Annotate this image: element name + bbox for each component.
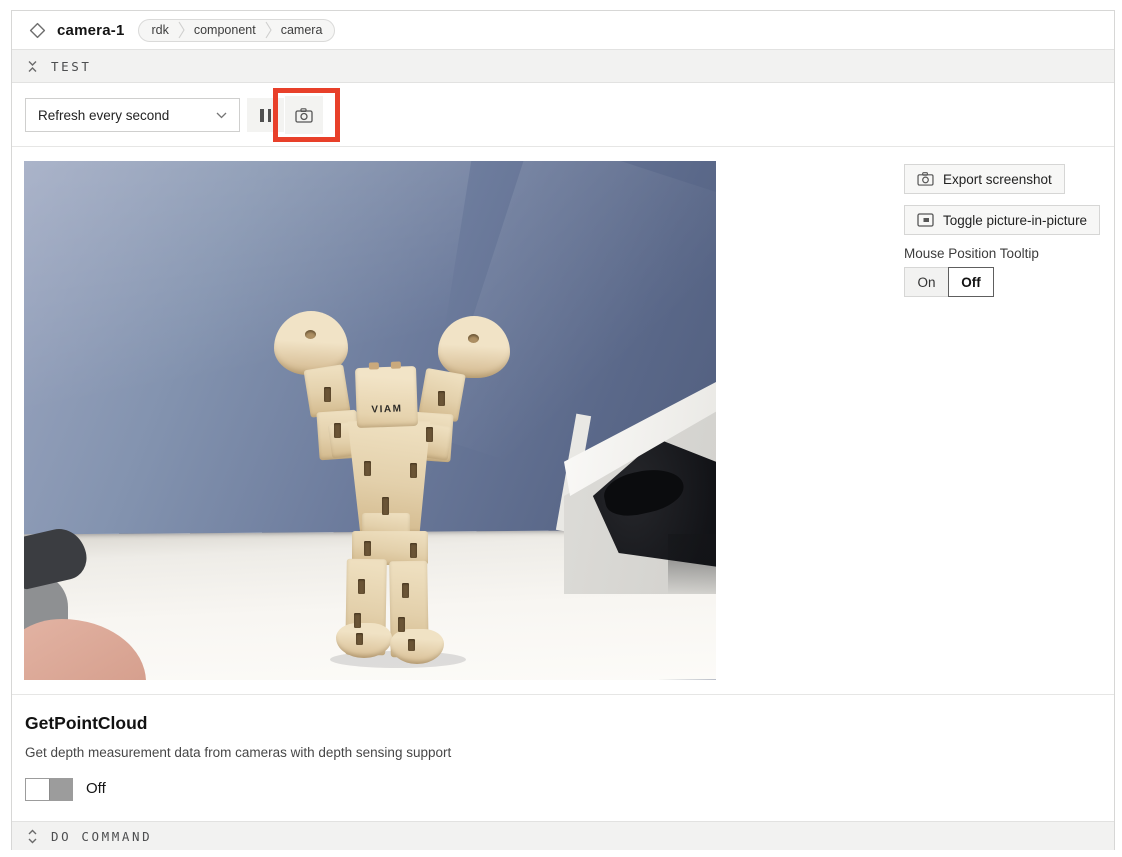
get-point-cloud-description: Get depth measurement data from cameras … [25,745,451,760]
get-point-cloud-state-label: Off [86,780,106,797]
mouse-tooltip-off-button[interactable]: Off [948,267,994,297]
do-command-section-header: DO COMMAND [12,821,1114,850]
picture-in-picture-icon [917,213,934,227]
export-screenshot-button[interactable]: Export screenshot [904,164,1065,194]
refresh-rate-value: Refresh every second [38,108,169,123]
breadcrumb-separator-icon [178,21,185,39]
toolbar-divider [12,146,1114,147]
chevron-down-icon [216,112,227,119]
camera-live-feed: VIAM [24,161,716,680]
section-divider [12,694,1114,695]
breadcrumb-item-component: component [185,20,265,41]
robot-viam-logo: VIAM [371,403,402,415]
component-diamond-icon [29,22,46,39]
get-point-cloud-title: GetPointCloud [25,713,147,734]
get-point-cloud-toggle[interactable] [25,778,73,801]
collapse-section-icon[interactable] [27,58,38,75]
robot-head: VIAM [355,366,418,428]
robot-right-hand [438,316,510,378]
camera-icon [917,172,934,186]
breadcrumb-separator-icon [265,21,272,39]
mouse-tooltip-toggle-group: On Off [904,267,994,297]
mouse-position-tooltip-label: Mouse Position Tooltip [904,246,1039,261]
breadcrumb: rdk component camera [138,19,335,42]
take-screenshot-button[interactable] [285,96,323,134]
breadcrumb-item-camera: camera [272,20,332,41]
camera-component-card: camera-1 rdk component camera TEST Refre… [11,10,1115,850]
toggle-knob [26,779,50,800]
do-command-section-label: DO COMMAND [51,829,152,844]
breadcrumb-item-rdk: rdk [142,20,177,41]
component-header: camera-1 rdk component camera [12,11,1114,49]
export-screenshot-label: Export screenshot [943,172,1052,187]
pause-icon [260,109,264,122]
refresh-rate-select[interactable]: Refresh every second [25,98,240,132]
expand-section-icon[interactable] [27,828,38,845]
test-section-header: TEST [12,49,1114,83]
pause-refresh-button[interactable] [247,98,284,132]
feed-wooden-robot: VIAM [24,161,716,680]
camera-icon [295,108,313,123]
test-section-label: TEST [51,59,92,74]
toggle-pip-label: Toggle picture-in-picture [943,213,1087,228]
component-title: camera-1 [57,22,124,39]
mouse-tooltip-on-button[interactable]: On [904,267,949,297]
toggle-pip-button[interactable]: Toggle picture-in-picture [904,205,1100,235]
